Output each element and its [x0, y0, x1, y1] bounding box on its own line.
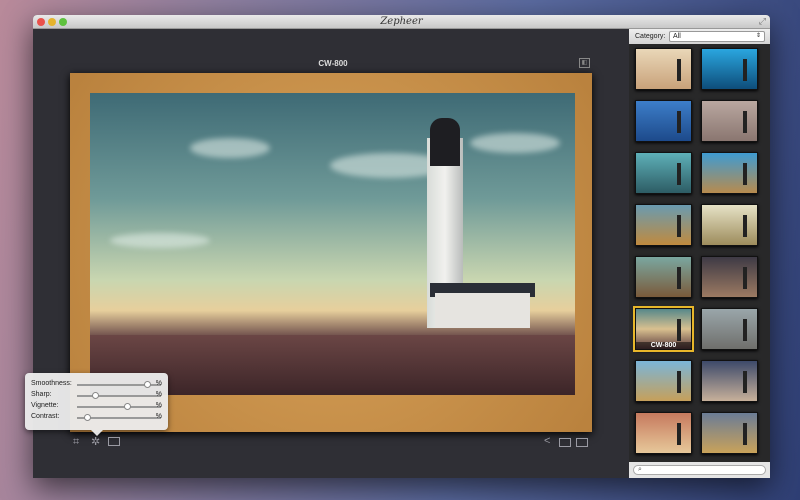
title-bar: Zepheer ⤢	[33, 15, 770, 29]
slider-row: Contrast:%	[31, 412, 162, 422]
category-bar: Category: All ⇕	[629, 29, 770, 44]
thumbnail-lighthouse	[677, 111, 681, 133]
thumbnail-lighthouse	[677, 267, 681, 289]
slider-row: Sharp:%	[31, 390, 162, 400]
filter-thumbnail[interactable]	[701, 412, 758, 454]
search-icon: ⌕	[638, 466, 642, 473]
frame-icon[interactable]	[108, 437, 120, 446]
slider-label: Vignette:	[31, 402, 59, 409]
slider-unit: %	[155, 402, 162, 409]
slider-knob[interactable]	[143, 381, 151, 388]
filter-thumbnail[interactable]	[701, 152, 758, 194]
filter-thumbnail[interactable]	[635, 360, 692, 402]
filter-thumbnail[interactable]	[701, 308, 758, 350]
slider-unit: %	[155, 413, 162, 420]
filter-thumbnail[interactable]	[701, 256, 758, 298]
filter-thumbnail[interactable]	[701, 48, 758, 90]
lighthouse-lamp	[430, 118, 460, 166]
thumbnail-lighthouse	[677, 163, 681, 185]
slider-track[interactable]	[77, 381, 161, 388]
adjustments-popover: Smoothness:% Sharp:% Vignette:% Contrast:%	[25, 373, 168, 436]
filter-thumbnail[interactable]	[701, 204, 758, 246]
category-select[interactable]: All ⇕	[669, 31, 765, 42]
search-input[interactable]: ⌕	[633, 465, 766, 475]
thumbnail-lighthouse	[677, 319, 681, 341]
slider-track[interactable]	[77, 392, 161, 399]
thumbnail-lighthouse	[677, 59, 681, 81]
crop-icon[interactable]: ⌗	[73, 436, 79, 449]
window-title: Zepheer	[380, 16, 423, 27]
filter-thumbnail[interactable]: CW-800	[633, 306, 694, 352]
fullscreen-icon[interactable]: ⤢	[759, 16, 766, 27]
slider-row: Vignette:%	[31, 401, 162, 411]
thumbnail-lighthouse	[743, 163, 747, 185]
slider-knob[interactable]	[84, 414, 92, 421]
select-arrows-icon: ⇕	[755, 33, 761, 39]
filter-sidebar: Category: All ⇕ CW-800 ⌕	[629, 29, 770, 478]
category-label: Category:	[635, 33, 666, 40]
slider-knob[interactable]	[124, 403, 132, 410]
filter-thumbnail[interactable]	[635, 100, 692, 142]
filter-thumbnail[interactable]	[635, 256, 692, 298]
adjust-icon[interactable]: ✲	[91, 435, 100, 448]
slider-label: Sharp:	[31, 391, 52, 398]
search-bar: ⌕	[629, 462, 770, 478]
filter-thumbnail[interactable]	[701, 360, 758, 402]
slider-unit: %	[155, 391, 162, 398]
share-icon[interactable]: <	[544, 435, 550, 447]
slider-label: Smoothness:	[31, 380, 72, 387]
photo-preview	[90, 93, 575, 395]
thumbnail-lighthouse	[743, 319, 747, 341]
slider-unit: %	[155, 380, 162, 387]
thumbnail-lighthouse	[743, 267, 747, 289]
thumbnail-lighthouse	[677, 371, 681, 393]
thumbnail-lighthouse	[677, 423, 681, 445]
filter-thumbnail[interactable]	[635, 152, 692, 194]
thumbnail-lighthouse	[677, 215, 681, 237]
slider-label: Contrast:	[31, 413, 60, 420]
levels-icon[interactable]	[576, 438, 588, 447]
thumbnail-caption: CW-800	[636, 342, 691, 349]
image-name: CW-800	[318, 59, 348, 68]
slider-track[interactable]	[77, 414, 161, 421]
histogram-icon[interactable]	[559, 438, 571, 447]
compare-icon[interactable]: ◧	[579, 58, 590, 68]
filter-thumbnail[interactable]	[635, 204, 692, 246]
filter-thumbnail[interactable]	[635, 412, 692, 454]
house	[435, 293, 530, 328]
thumbnail-lighthouse	[743, 371, 747, 393]
slider-track[interactable]	[77, 403, 161, 410]
slider-knob[interactable]	[92, 392, 100, 399]
category-value: All	[673, 33, 681, 40]
thumbnail-lighthouse	[743, 423, 747, 445]
slider-row: Smoothness:%	[31, 379, 162, 389]
thumbnail-lighthouse	[743, 111, 747, 133]
thumbnail-lighthouse	[743, 59, 747, 81]
thumbnail-lighthouse	[743, 215, 747, 237]
filter-thumbnail[interactable]	[701, 100, 758, 142]
filter-thumbnail[interactable]	[635, 48, 692, 90]
